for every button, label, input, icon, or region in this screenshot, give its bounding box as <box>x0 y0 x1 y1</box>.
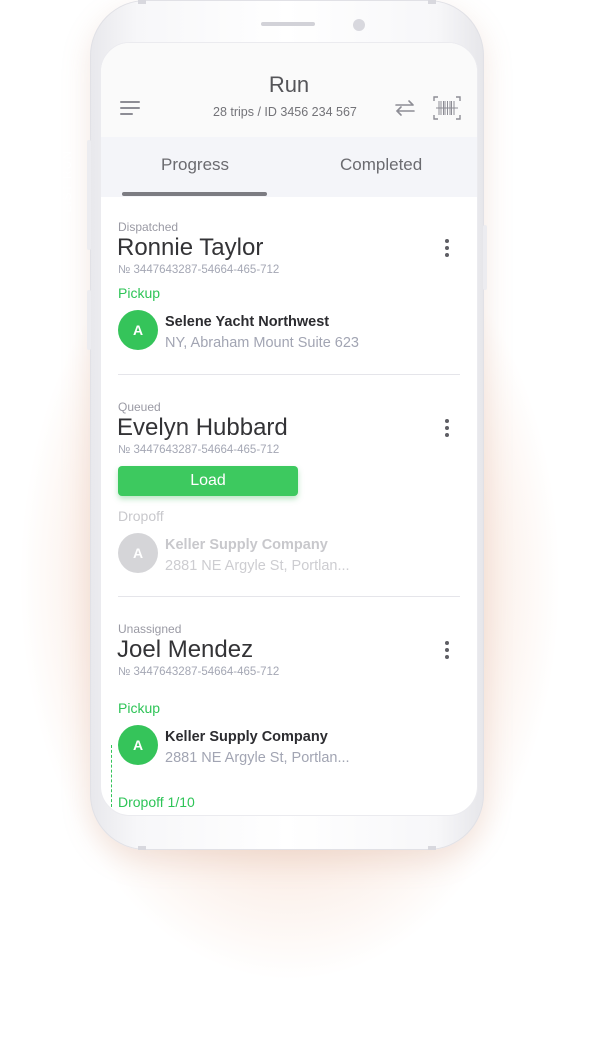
page-subtitle: 28 trips / ID 3456 234 567 <box>213 105 357 119</box>
tab-bar: Progress Completed <box>101 137 477 197</box>
more-options-icon[interactable] <box>444 419 450 439</box>
trip-status: Dispatched <box>118 220 179 234</box>
stop-label: Dropoff <box>118 508 164 524</box>
side-label: LIST RUN <box>60 150 74 213</box>
app-header: Run 28 trips / ID 3456 234 567 <box>101 43 477 137</box>
next-stop-label: Dropoff 1/10 <box>118 794 195 810</box>
phone-side-button <box>87 140 91 250</box>
trip-name: Joel Mendez <box>117 636 254 663</box>
stop-address: NY, Abraham Mount Suite 623 <box>165 335 359 351</box>
phone-antenna-band <box>138 846 146 850</box>
trip-status: Queued <box>118 400 161 414</box>
stop-label: Pickup <box>118 285 161 301</box>
trip-card[interactable]: Queued Evelyn Hubbard № 3447643287-54664… <box>101 375 477 597</box>
trip-card[interactable]: Dispatched Ronnie Taylor № 3447643287-54… <box>101 197 477 375</box>
stop-name: Keller Supply Company <box>165 537 328 553</box>
trip-name: Evelyn Hubbard <box>117 414 288 441</box>
stop-avatar: A <box>118 533 158 573</box>
trip-tracking-number: № 3447643287-54664-465-712 <box>118 444 280 456</box>
tab-completed[interactable]: Completed <box>340 155 422 175</box>
more-options-icon[interactable] <box>444 239 450 259</box>
phone-antenna-band <box>428 0 436 4</box>
phone-power-button <box>483 225 487 290</box>
phone-side-button <box>87 290 91 350</box>
stop-avatar: A <box>118 725 158 765</box>
trip-tracking-number: № 3447643287-54664-465-712 <box>118 264 280 276</box>
load-button[interactable]: Load <box>118 466 298 496</box>
trip-card[interactable]: Unassigned Joel Mendez № 3447643287-5466… <box>101 597 477 815</box>
active-tab-indicator <box>122 192 267 196</box>
swap-arrows-icon[interactable] <box>394 98 416 118</box>
tab-progress[interactable]: Progress <box>161 155 229 175</box>
trip-tracking-number: № 3447643287-54664-465-712 <box>118 666 280 678</box>
stop-name: Keller Supply Company <box>165 729 328 745</box>
hamburger-menu-icon[interactable] <box>120 101 140 117</box>
page-title: Run <box>268 72 310 97</box>
phone-antenna-band <box>138 0 146 4</box>
phone-antenna-band <box>428 846 436 850</box>
phone-camera <box>353 19 365 31</box>
stop-avatar: A <box>118 310 158 350</box>
app-screen: Run 28 trips / ID 3456 234 567 Progress … <box>100 42 478 816</box>
phone-speaker <box>261 22 315 26</box>
trip-status: Unassigned <box>118 622 182 636</box>
route-dashed-line <box>111 745 112 807</box>
more-options-icon[interactable] <box>444 641 450 661</box>
stop-name: Selene Yacht Northwest <box>165 314 330 330</box>
stop-address: 2881 NE Argyle St, Portlan... <box>165 558 350 574</box>
stop-address: 2881 NE Argyle St, Portlan... <box>165 750 350 766</box>
barcode-scanner-icon[interactable] <box>433 96 461 120</box>
trip-name: Ronnie Taylor <box>117 234 264 261</box>
stage: LIST RUN Run 28 trips / ID 3456 234 567 <box>0 0 596 1050</box>
stop-label: Pickup <box>118 700 161 716</box>
